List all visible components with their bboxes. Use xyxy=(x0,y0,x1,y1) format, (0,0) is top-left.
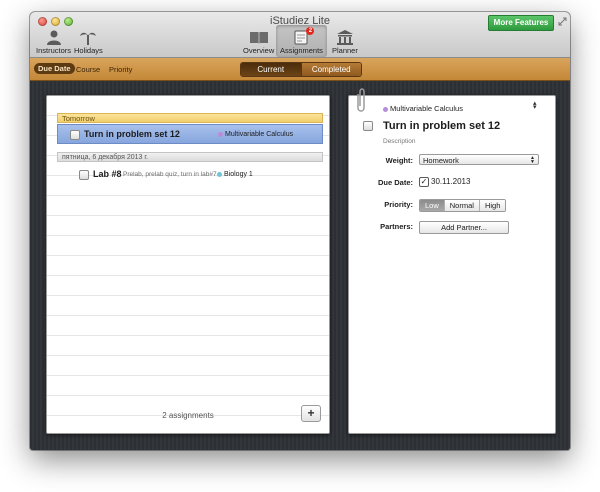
detail-title[interactable]: Turn in problem set 12 xyxy=(383,120,500,132)
updown-arrows-icon: ▲ ▼ xyxy=(530,155,535,165)
priority-label: Priority: xyxy=(384,200,413,209)
toolbar-label: Holidays xyxy=(74,46,103,55)
priority-normal[interactable]: Normal xyxy=(443,200,479,211)
sort-course[interactable]: Course xyxy=(76,65,100,74)
toolbar-assignments-button[interactable]: 2 Assignments xyxy=(276,25,327,57)
task-course: Biology 1 xyxy=(217,171,253,178)
assignment-list: Tomorrow Turn in problem set 12 Multivar… xyxy=(46,95,330,434)
group-header: Tomorrow xyxy=(57,113,323,123)
title-bar: iStudiez Lite More Features Instructors xyxy=(30,12,570,58)
add-partner-button[interactable]: Add Partner... xyxy=(419,221,509,234)
complete-checkbox[interactable] xyxy=(79,170,89,180)
book-icon xyxy=(248,29,270,45)
priority-low[interactable]: Low xyxy=(420,200,444,211)
task-description: Prelab, prelab quiz, turn in lab#7 xyxy=(123,171,217,178)
paperclip-icon xyxy=(357,88,365,112)
assignments-icon: 2 xyxy=(290,27,315,45)
add-assignment-button[interactable]: + xyxy=(301,405,321,422)
building-icon xyxy=(334,29,356,45)
content-area: Tomorrow Turn in problem set 12 Multivar… xyxy=(30,81,570,450)
course-color-dot xyxy=(218,131,223,137)
tab-current[interactable]: Current xyxy=(241,63,301,76)
toolbar-holidays-button[interactable]: Holidays xyxy=(74,29,103,55)
person-icon xyxy=(43,29,65,45)
toolbar-overview-button[interactable]: Overview xyxy=(243,29,274,55)
assignment-detail: Multivariable Calculus ▴ ▾ Turn in proble… xyxy=(348,88,561,439)
current-completed-toggle: Current Completed xyxy=(240,62,362,77)
toolbar-label: Assignments xyxy=(280,46,323,55)
list-item[interactable]: Turn in problem set 12 Multivariable Cal… xyxy=(57,124,323,144)
sort-due-date[interactable]: Due Date xyxy=(34,63,75,74)
toolbar-label: Planner xyxy=(332,46,358,55)
complete-checkbox[interactable] xyxy=(363,121,373,131)
updown-arrows-icon[interactable]: ▴ ▾ xyxy=(533,100,537,111)
sort-priority[interactable]: Priority xyxy=(109,65,132,74)
course-color-dot xyxy=(217,171,222,177)
priority-high[interactable]: High xyxy=(478,200,506,211)
toolbar-planner-button[interactable]: Planner xyxy=(332,29,358,55)
task-course: Multivariable Calculus xyxy=(218,131,293,138)
priority-segmented-control: Low Normal High xyxy=(419,199,507,212)
course-selector[interactable]: Multivariable Calculus xyxy=(383,104,463,113)
palm-tree-icon xyxy=(77,29,99,45)
course-color-dot xyxy=(383,106,388,112)
complete-checkbox[interactable] xyxy=(70,130,80,140)
partners-label: Partners: xyxy=(380,222,413,231)
task-title: Lab #8 xyxy=(93,169,122,179)
more-features-button[interactable]: More Features xyxy=(488,15,554,31)
group-header: пятница, 6 декабря 2013 г. xyxy=(57,152,323,162)
app-window: iStudiez Lite More Features Instructors xyxy=(30,12,570,450)
description-field[interactable]: Description xyxy=(383,138,416,145)
list-item[interactable]: Lab #8 Prelab, prelab quiz, turn in lab#… xyxy=(57,165,323,185)
task-title: Turn in problem set 12 xyxy=(84,129,180,139)
toolbar-label: Instructors xyxy=(36,46,72,55)
tab-completed[interactable]: Completed xyxy=(300,63,361,76)
due-date-label: Due Date: xyxy=(377,178,413,187)
due-date-checkbox[interactable]: ✓ xyxy=(419,177,429,187)
due-date-value[interactable]: 30.11.2013 xyxy=(431,177,470,186)
assignment-count: 2 assignments xyxy=(162,411,214,420)
sort-bar: Due Date Course Priority Current Complet… xyxy=(30,58,570,81)
toolbar-instructors-button[interactable]: Instructors xyxy=(36,29,71,55)
fullscreen-icon[interactable] xyxy=(558,17,567,26)
weight-label: Weight: xyxy=(385,156,413,165)
toolbar-label: Overview xyxy=(243,46,275,55)
weight-select[interactable]: Homework ▲ ▼ xyxy=(419,154,539,165)
